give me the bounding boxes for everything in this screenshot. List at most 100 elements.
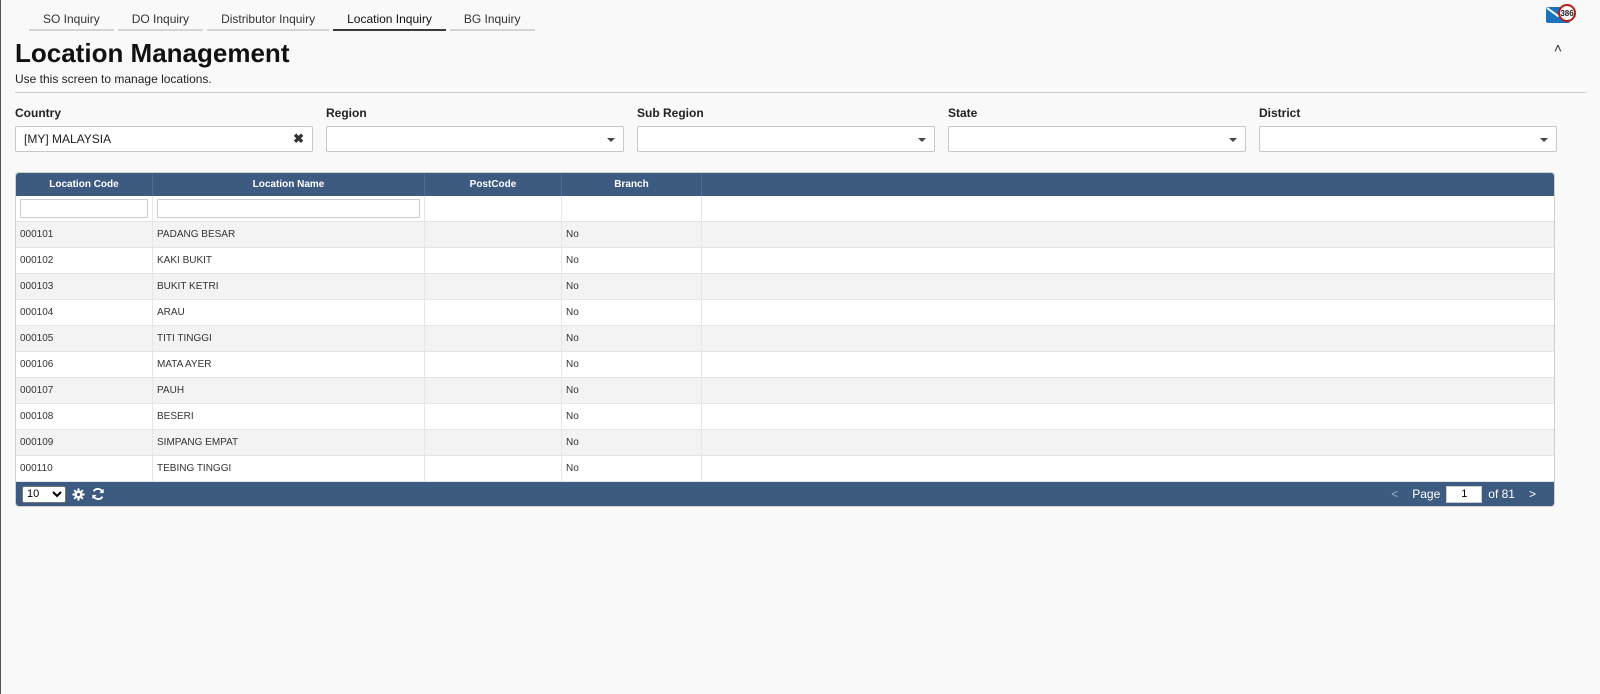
page-size-select[interactable]: 10 xyxy=(22,485,66,503)
table-row[interactable]: 000107 PAUH No xyxy=(16,378,1554,404)
grid-footer: 10 < Page 1 of 81 > xyxy=(16,482,1554,506)
postcode-cell xyxy=(425,378,562,403)
table-row[interactable]: 000101 PADANG BESAR No xyxy=(16,222,1554,248)
row-spacer xyxy=(702,404,1554,429)
postcode-cell xyxy=(425,300,562,325)
location-code-cell: 000107 xyxy=(16,378,153,403)
table-row[interactable]: 000104 ARAU No xyxy=(16,300,1554,326)
location-code-cell: 000108 xyxy=(16,404,153,429)
prev-page-button[interactable]: < xyxy=(1383,487,1406,501)
location-code-cell: 000109 xyxy=(16,430,153,455)
postcode-filter-cell xyxy=(425,196,562,221)
filter-spacer-cell xyxy=(702,196,1554,221)
page-subtitle: Use this screen to manage locations. xyxy=(15,72,212,86)
collapse-header-button[interactable]: ˄ xyxy=(1554,40,1562,56)
country-select[interactable]: [MY] MALAYSIA ✖ xyxy=(15,126,313,152)
branch-cell: No xyxy=(562,248,702,273)
location-code-cell: 000102 xyxy=(16,248,153,273)
location-name-filter-input[interactable] xyxy=(157,199,420,218)
column-header-branch[interactable]: Branch xyxy=(562,173,702,196)
table-row[interactable]: 000109 SIMPANG EMPAT No xyxy=(16,430,1554,456)
postcode-cell xyxy=(425,248,562,273)
grid-body: 000101 PADANG BESAR No 000102 KAKI BUKIT… xyxy=(16,222,1554,482)
postcode-cell xyxy=(425,430,562,455)
state-label: State xyxy=(948,106,978,120)
location-name-cell: SIMPANG EMPAT xyxy=(153,430,425,455)
location-name-cell: PAUH xyxy=(153,378,425,403)
clear-icon[interactable]: ✖ xyxy=(293,131,304,147)
location-code-cell: 000110 xyxy=(16,456,153,481)
page-number-input[interactable] xyxy=(1446,485,1483,503)
row-spacer xyxy=(702,248,1554,273)
state-select[interactable] xyxy=(948,126,1246,152)
location-code-cell: 000101 xyxy=(16,222,153,247)
location-name-cell: PADANG BESAR xyxy=(153,222,425,247)
region-filter: Region xyxy=(326,106,624,152)
location-name-cell: TITI TINGGI xyxy=(153,326,425,351)
row-spacer xyxy=(702,456,1554,481)
table-row[interactable]: 000108 BESERI No xyxy=(16,404,1554,430)
postcode-cell xyxy=(425,274,562,299)
district-label: District xyxy=(1259,106,1301,120)
chevron-down-icon xyxy=(1229,138,1237,142)
inquiry-tabs: SO Inquiry DO Inquiry Distributor Inquir… xyxy=(29,8,535,31)
column-header-postcode[interactable]: PostCode xyxy=(425,173,562,196)
branch-cell: No xyxy=(562,404,702,429)
grid-header: Location Code Location Name PostCode Bra… xyxy=(16,173,1554,196)
branch-cell: No xyxy=(562,326,702,351)
branch-cell: No xyxy=(562,352,702,377)
branch-cell: No xyxy=(562,300,702,325)
column-header-location-name[interactable]: Location Name xyxy=(153,173,425,196)
row-spacer xyxy=(702,300,1554,325)
table-row[interactable]: 000106 MATA AYER No xyxy=(16,352,1554,378)
location-name-cell: ARAU xyxy=(153,300,425,325)
district-select[interactable] xyxy=(1259,126,1557,152)
chevron-down-icon xyxy=(918,138,926,142)
next-page-button[interactable]: > xyxy=(1521,487,1544,501)
region-label: Region xyxy=(326,106,367,120)
sub-region-label: Sub Region xyxy=(637,106,704,120)
postcode-cell xyxy=(425,404,562,429)
country-value: [MY] MALAYSIA xyxy=(24,132,112,146)
table-row[interactable]: 000105 TITI TINGGI No xyxy=(16,326,1554,352)
row-spacer xyxy=(702,352,1554,377)
location-name-cell: TEBING TINGGI xyxy=(153,456,425,481)
location-code-cell: 000106 xyxy=(16,352,153,377)
table-row[interactable]: 000110 TEBING TINGGI No xyxy=(16,456,1554,482)
branch-filter-cell xyxy=(562,196,702,221)
column-header-location-code[interactable]: Location Code xyxy=(16,173,153,196)
location-grid: Location Code Location Name PostCode Bra… xyxy=(15,172,1555,507)
row-spacer xyxy=(702,326,1554,351)
location-code-cell: 000103 xyxy=(16,274,153,299)
postcode-cell xyxy=(425,456,562,481)
branch-cell: No xyxy=(562,222,702,247)
postcode-cell xyxy=(425,352,562,377)
tab-location-inquiry[interactable]: Location Inquiry xyxy=(333,8,446,31)
tab-bg-inquiry[interactable]: BG Inquiry xyxy=(449,8,535,31)
state-filter: State xyxy=(948,106,1246,152)
sub-region-select[interactable] xyxy=(637,126,935,152)
branch-cell: No xyxy=(562,274,702,299)
region-select[interactable] xyxy=(326,126,624,152)
grid-filter-row xyxy=(16,196,1554,222)
district-filter: District xyxy=(1259,106,1557,152)
unread-count-badge: 386 xyxy=(1558,4,1576,22)
row-spacer xyxy=(702,430,1554,455)
tab-do-inquiry[interactable]: DO Inquiry xyxy=(117,8,204,31)
branch-cell: No xyxy=(562,430,702,455)
tab-distributor-inquiry[interactable]: Distributor Inquiry xyxy=(207,8,330,31)
chevron-down-icon xyxy=(607,138,615,142)
table-row[interactable]: 000102 KAKI BUKIT No xyxy=(16,248,1554,274)
refresh-icon[interactable] xyxy=(91,487,105,501)
tab-so-inquiry[interactable]: SO Inquiry xyxy=(29,8,114,31)
location-name-cell: BESERI xyxy=(153,404,425,429)
row-spacer xyxy=(702,378,1554,403)
location-code-filter-input[interactable] xyxy=(20,199,148,218)
chevron-down-icon xyxy=(1540,138,1548,142)
location-name-cell: KAKI BUKIT xyxy=(153,248,425,273)
mail-button[interactable]: 386 xyxy=(1546,4,1576,24)
table-row[interactable]: 000103 BUKIT KETRI No xyxy=(16,274,1554,300)
header-divider xyxy=(15,92,1586,93)
column-header-spacer xyxy=(702,173,1554,196)
gear-icon[interactable] xyxy=(72,487,85,501)
